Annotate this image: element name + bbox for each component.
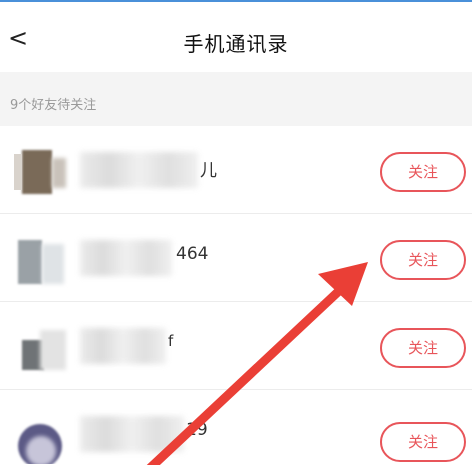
section-header: 9个好友待关注: [0, 72, 472, 126]
contact-name: 19: [186, 420, 208, 440]
contact-row: 19 关注: [0, 390, 472, 465]
name-redaction: [80, 416, 184, 452]
name-redaction: [80, 240, 172, 276]
contact-row: 464 关注: [0, 214, 472, 302]
page-title: 手机通讯录: [183, 32, 289, 56]
follow-button[interactable]: 关注: [380, 240, 466, 280]
avatar: [14, 232, 70, 288]
contact-row: 儿 关注: [0, 126, 472, 214]
avatar: [14, 144, 70, 200]
follow-button[interactable]: 关注: [380, 152, 466, 192]
avatar: [14, 408, 70, 464]
header-bar: < 手机通讯录: [0, 2, 472, 72]
follow-button[interactable]: 关注: [380, 422, 466, 462]
name-redaction: [80, 328, 166, 364]
contact-row: f 关注: [0, 302, 472, 390]
contact-name: 464: [176, 244, 209, 264]
contact-name: 儿: [200, 161, 217, 181]
name-redaction: [80, 152, 198, 188]
contact-name: f: [168, 332, 174, 350]
avatar: [14, 320, 70, 376]
section-label: 9个好友待关注: [10, 98, 97, 113]
follow-button[interactable]: 关注: [380, 328, 466, 368]
